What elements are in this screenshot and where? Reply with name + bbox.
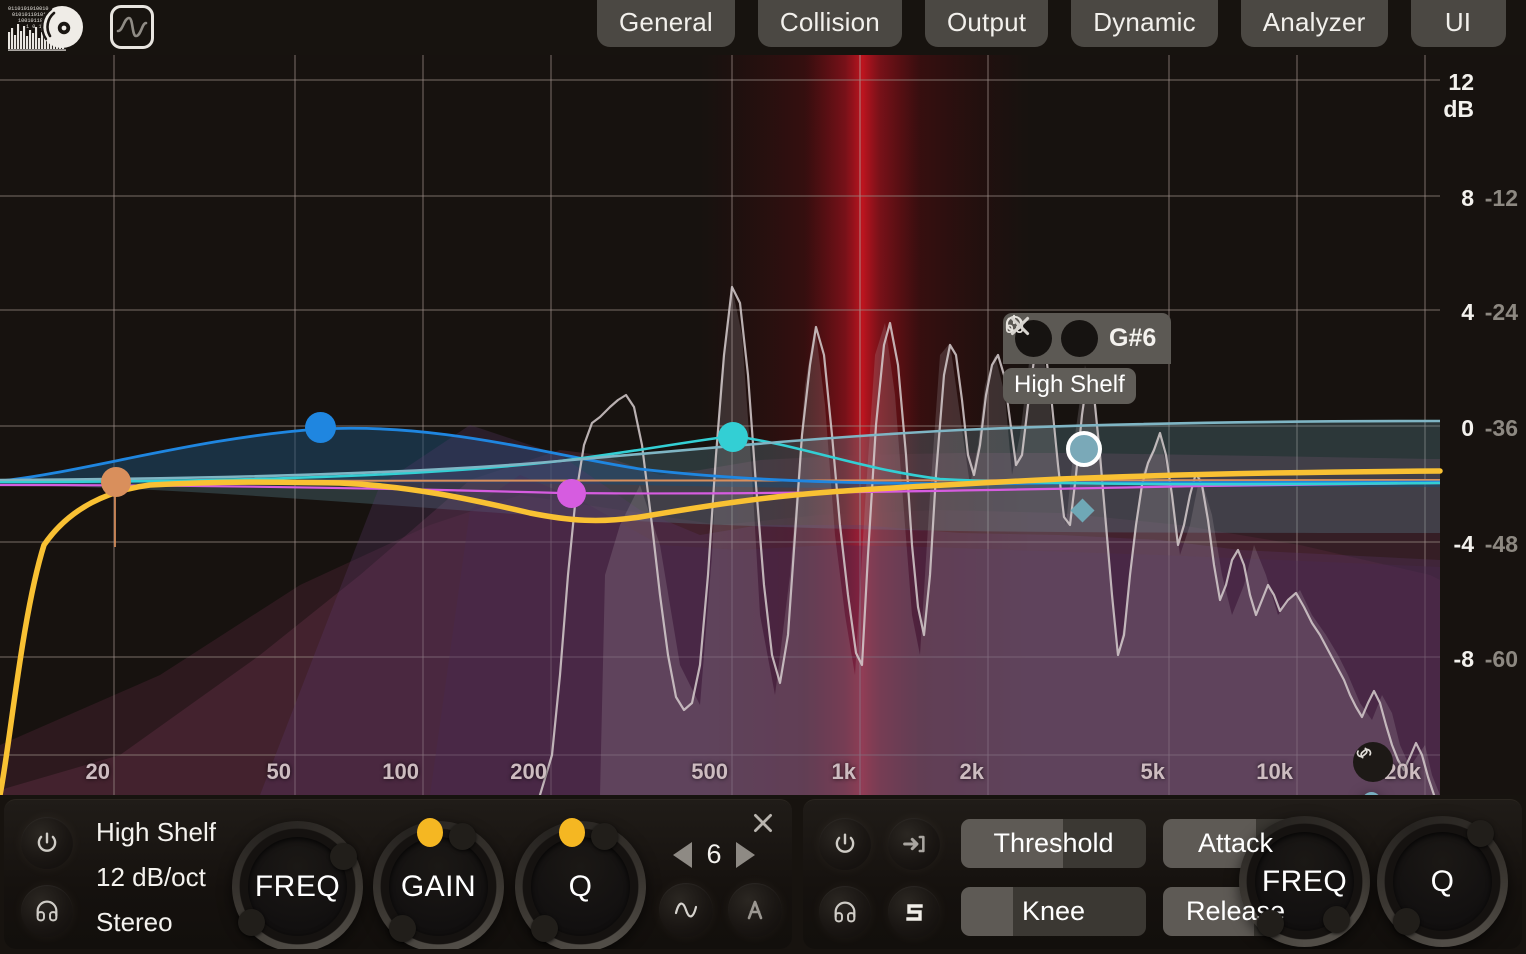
band-slope-label: 12 dB/oct [96,862,206,892]
band-shape-button[interactable] [659,883,713,937]
headphone-solo-icon [834,901,856,923]
gain-knob-nub-top [449,823,476,850]
band-handle-3-magenta[interactable] [557,479,586,508]
tab-collision[interactable]: Collision [757,0,902,47]
band-popup-close-icon[interactable] [1007,313,1033,339]
power-icon [37,832,57,852]
band-popup-type-label[interactable]: High Shelf [1003,368,1136,404]
sidechain-button[interactable] [888,818,940,870]
band-channel-label: Stereo [96,907,173,937]
band-power-button[interactable] [21,817,73,869]
eq-graph-canvas [0,55,1526,795]
tab-dynamic[interactable]: Dynamic [1071,0,1218,47]
plugin-window: 0110101010010 01010110101 100101101 1 0 … [0,0,1526,954]
tab-ui[interactable]: UI [1410,0,1506,47]
gain-knob[interactable]: GAIN [373,818,504,949]
band-popup: G#6 High Shelf [1003,313,1171,408]
band-auto-button[interactable] [728,883,782,937]
dyn-q-knob-label: Q [1430,864,1455,898]
band-edit-panel: High Shelf 12 dB/oct Stereo FREQ GAIN Q [4,799,792,949]
band-index-stepper: 6 [673,839,755,870]
gain-knob-label: GAIN [400,869,477,903]
sine-wave-icon [674,902,698,918]
band-prev-button[interactable] [673,841,692,868]
link-chain-icon [1356,747,1372,759]
q-knob-nub-bl [531,915,558,942]
auto-a-icon [747,900,763,920]
band-popup-footer: High Shelf [1003,316,1171,408]
main-tab-bar: General Collision Output Dynamic Analyze… [597,0,1506,47]
band-popup-listen-button[interactable] [1005,315,1098,357]
knee-button[interactable]: Knee [961,887,1146,936]
tab-ui-label: UI [1444,7,1472,37]
tab-general[interactable]: General [597,0,735,47]
power-icon [835,833,855,853]
svg-text:1 0 1: 1 0 1 [26,24,42,30]
q-knob[interactable]: Q [515,818,646,949]
freq-knob-nub-bl [238,909,265,936]
dyn-freq-knob-nub-br [1323,906,1350,933]
dynamic-listen-button[interactable] [819,886,871,938]
dyn-freq-knob-nub-bl [1257,910,1284,937]
gain-knob-indicator [417,818,443,847]
threshold-button[interactable]: Threshold [961,819,1146,868]
knee-label: Knee [1021,896,1086,926]
tab-general-label: General [619,7,713,37]
tab-output[interactable]: Output [924,0,1049,47]
freq-knob[interactable]: FREQ [232,821,363,949]
band-index-value: 6 [706,839,722,869]
dynamic-panel: Threshold Attack Knee Release FREQ Q [803,799,1522,949]
dyn-q-knob-nub-bl [1393,908,1420,935]
tab-analyzer-label: Analyzer [1262,7,1366,37]
band-listen-button[interactable] [21,885,73,937]
band-handle-6-highshelf-selected[interactable] [1066,431,1102,467]
arrow-into-bracket-icon [903,835,925,853]
eq-curve-icon-button[interactable] [110,5,154,49]
tab-output-label: Output [946,7,1027,37]
dynamic-power-button[interactable] [819,818,871,870]
attack-label: Attack [1197,828,1274,858]
band-popup-note-label: G#6 [1109,324,1157,352]
gain-knob-nub-bl [389,915,416,942]
band-handle-4-teal[interactable] [718,422,748,452]
band-handle-2-blue[interactable] [305,412,336,443]
threshold-label: Threshold [993,828,1114,858]
brand-logo: 0110101010010 01010110101 100101101 1 0 … [6,2,154,52]
q-knob-label: Q [568,869,593,903]
q-knob-nub-top [591,823,618,850]
tab-analyzer[interactable]: Analyzer [1240,0,1388,47]
band-handle-1-orange[interactable] [101,467,131,497]
dyn-q-knob[interactable]: Q [1377,816,1508,947]
band-panel-close-button[interactable] [750,810,776,836]
dyn-q-knob-nub-tr [1467,820,1494,847]
dyn-freq-knob-label: FREQ [1261,864,1348,898]
binary-waveform-disc-logo: 0110101010010 01010110101 100101101 1 0 … [8,6,83,51]
freq-knob-label: FREQ [254,869,341,903]
tab-dynamic-label: Dynamic [1093,7,1196,37]
band-type-label: High Shelf [96,817,216,847]
dynamic-solo-button[interactable] [888,886,940,938]
top-bar: 0110101010010 01010110101 100101101 1 0 … [0,0,1526,55]
link-bands-button[interactable] [1353,742,1393,782]
headphone-solo-icon [36,900,58,922]
band-next-button[interactable] [736,841,755,868]
tab-collision-label: Collision [779,7,880,37]
knee-fill [961,887,1013,936]
freq-knob-nub-tr [330,843,357,870]
q-knob-indicator [559,818,585,847]
eq-graph[interactable]: 20 50 100 200 500 1k 2k 5k 10k 20k G#6 H… [0,55,1526,795]
s-letter-icon [906,904,923,921]
eq-curve-icon [116,16,148,38]
